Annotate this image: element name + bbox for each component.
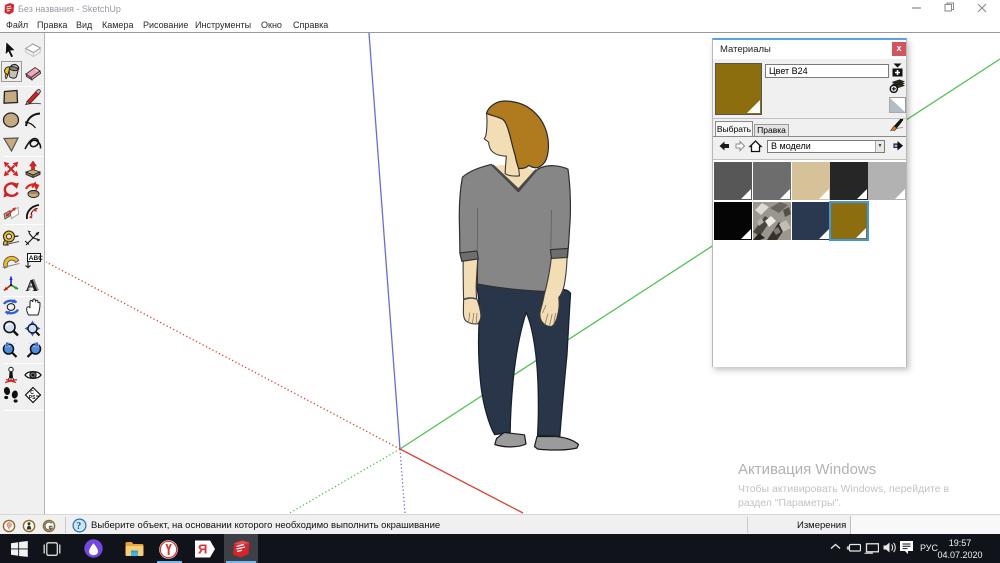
svg-text:PS: PS bbox=[29, 395, 36, 401]
svg-text:?: ? bbox=[76, 521, 81, 532]
svg-text:ABC: ABC bbox=[29, 255, 43, 262]
svg-text:A: A bbox=[26, 276, 39, 294]
